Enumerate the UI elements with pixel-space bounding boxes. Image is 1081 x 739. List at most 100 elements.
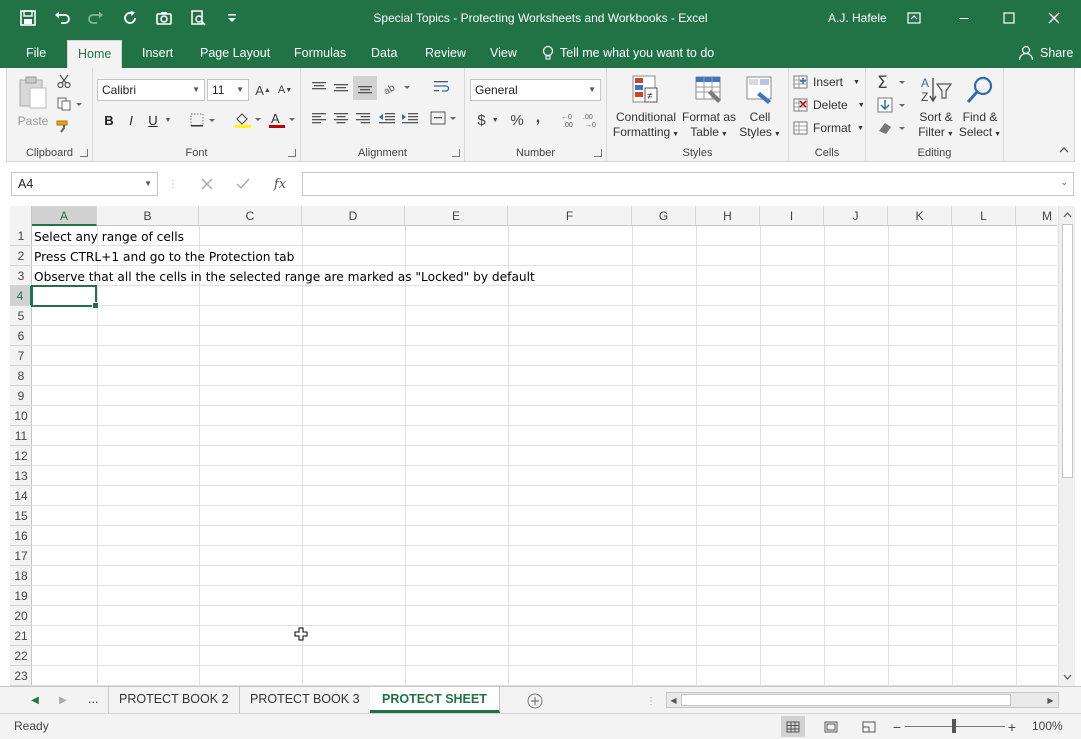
clipboard-launcher-icon[interactable] xyxy=(80,149,88,157)
font-size-dropdown[interactable]: 11 ▼ xyxy=(207,79,249,101)
wrap-text-icon[interactable] xyxy=(431,78,453,96)
tab-review[interactable]: Review xyxy=(415,38,476,68)
font-launcher-icon[interactable] xyxy=(288,149,296,157)
row-header[interactable]: 1 xyxy=(10,226,32,246)
format-cells-button[interactable]: Format ▼ xyxy=(793,118,864,138)
scroll-right-icon[interactable]: ▶ xyxy=(1045,694,1056,706)
percent-button[interactable]: % xyxy=(507,110,527,130)
sheet-next-icon[interactable]: ▶ xyxy=(56,693,70,707)
row-header[interactable]: 7 xyxy=(10,346,32,366)
selected-cell-a4[interactable] xyxy=(31,285,99,309)
scroll-up-icon[interactable] xyxy=(1062,209,1073,220)
share-button[interactable]: Share xyxy=(1018,38,1073,68)
minimize-icon[interactable] xyxy=(944,4,984,32)
column-header-l[interactable]: L xyxy=(952,206,1016,226)
column-header-b[interactable]: B xyxy=(97,206,199,226)
vertical-scroll-thumb[interactable] xyxy=(1062,224,1073,478)
insert-function-button[interactable]: fx xyxy=(270,174,290,194)
paste-button[interactable]: Paste xyxy=(13,74,53,129)
format-as-table-button[interactable]: Format as Table ▼ xyxy=(681,74,737,142)
column-header-k[interactable]: K xyxy=(888,206,952,226)
cell-a3[interactable]: Observe that all the cells in the select… xyxy=(34,267,535,287)
middle-align-icon[interactable] xyxy=(331,78,351,96)
cell-a1[interactable]: Select any range of cells xyxy=(34,227,184,247)
align-left-icon[interactable] xyxy=(309,109,329,127)
column-header-f[interactable]: F xyxy=(508,206,632,226)
cells-area[interactable] xyxy=(32,226,1057,686)
column-header-i[interactable]: I xyxy=(760,206,824,226)
collapse-ribbon-icon[interactable] xyxy=(1057,144,1071,156)
column-header-e[interactable]: E xyxy=(405,206,508,226)
expand-formula-bar-icon[interactable]: ⌄ xyxy=(1060,177,1068,188)
worksheet-grid[interactable]: A B C D E F G H I J K L M 1 2 3 4 5 6 7 … xyxy=(10,206,1057,686)
row-header[interactable]: 15 xyxy=(10,506,32,526)
row-header[interactable]: 16 xyxy=(10,526,32,546)
bold-button[interactable]: B xyxy=(101,111,117,129)
font-color-icon[interactable]: A xyxy=(267,110,297,130)
row-header[interactable]: 21 xyxy=(10,626,32,646)
column-header-a[interactable]: A xyxy=(32,206,97,226)
horizontal-scrollbar[interactable]: ◀ ▶ xyxy=(666,692,1059,708)
sheet-prev-icon[interactable]: ◀ xyxy=(28,693,42,707)
column-header-d[interactable]: D xyxy=(302,206,405,226)
column-header-m[interactable]: M xyxy=(1016,206,1057,226)
maximize-icon[interactable] xyxy=(989,4,1029,32)
zoom-in-icon[interactable]: + xyxy=(1006,719,1018,735)
row-header[interactable]: 3 xyxy=(10,266,32,286)
select-all-corner[interactable] xyxy=(10,206,32,226)
cut-icon[interactable] xyxy=(55,72,73,90)
comma-button[interactable]: , xyxy=(531,108,545,128)
number-launcher-icon[interactable] xyxy=(594,149,602,157)
zoom-out-icon[interactable]: − xyxy=(891,719,903,735)
sheet-tab-protect-book-2[interactable]: PROTECT BOOK 2 xyxy=(108,687,240,713)
vertical-scrollbar[interactable] xyxy=(1058,206,1075,686)
column-header-g[interactable]: G xyxy=(632,206,696,226)
tab-file[interactable]: File xyxy=(16,38,56,68)
tab-data[interactable]: Data xyxy=(361,38,407,68)
fill-color-icon[interactable] xyxy=(233,110,263,130)
align-right-icon[interactable] xyxy=(353,109,373,127)
scroll-left-icon[interactable]: ◀ xyxy=(668,694,679,706)
currency-button[interactable]: $ ▼ xyxy=(473,110,503,130)
insert-cells-button[interactable]: Insert ▼ xyxy=(793,72,860,92)
row-header[interactable]: 10 xyxy=(10,406,32,426)
row-header[interactable]: 13 xyxy=(10,466,32,486)
orientation-icon[interactable]: ab xyxy=(381,78,413,96)
row-header[interactable]: 22 xyxy=(10,646,32,666)
merge-center-icon[interactable] xyxy=(429,109,459,127)
increase-indent-icon[interactable] xyxy=(400,109,420,127)
name-box[interactable]: A4 ▼ xyxy=(11,172,158,196)
zoom-slider-thumb[interactable] xyxy=(952,719,956,733)
row-header[interactable]: 19 xyxy=(10,586,32,606)
tab-home[interactable]: Home xyxy=(67,40,123,68)
row-header[interactable]: 6 xyxy=(10,326,32,346)
delete-cells-button[interactable]: Delete ▼ xyxy=(793,95,865,115)
increase-font-icon[interactable]: A ▲ xyxy=(253,80,273,100)
row-header[interactable]: 4 xyxy=(10,286,32,306)
cell-a2[interactable]: Press CTRL+1 and go to the Protection ta… xyxy=(34,247,294,267)
cell-styles-button[interactable]: Cell Styles ▼ xyxy=(737,74,783,142)
underline-button[interactable]: U xyxy=(145,111,161,129)
tell-me-box[interactable]: Tell me what you want to do xyxy=(542,38,714,68)
find-select-button[interactable]: Find & Select ▼ xyxy=(958,74,1002,142)
tab-page-layout[interactable]: Page Layout xyxy=(190,38,280,68)
clear-icon[interactable] xyxy=(874,118,908,138)
row-header[interactable]: 23 xyxy=(10,666,32,686)
row-header[interactable]: 2 xyxy=(10,246,32,266)
page-layout-view-icon[interactable] xyxy=(819,716,843,737)
underline-dropdown-icon[interactable]: ▼ xyxy=(163,111,173,129)
fill-icon[interactable] xyxy=(874,95,908,115)
number-format-dropdown[interactable]: General ▼ xyxy=(470,79,601,101)
decrease-font-icon[interactable]: A ▼ xyxy=(275,80,295,100)
increase-decimal-icon[interactable]: ←0.00 xyxy=(561,110,579,130)
conditional-formatting-button[interactable]: ≠ Conditional Formatting ▼ xyxy=(611,74,681,142)
row-header[interactable]: 17 xyxy=(10,546,32,566)
cancel-icon[interactable] xyxy=(197,174,217,194)
tab-view[interactable]: View xyxy=(480,38,527,68)
sheet-tab-protect-book-3[interactable]: PROTECT BOOK 3 xyxy=(240,687,371,713)
format-painter-icon[interactable] xyxy=(55,118,73,136)
row-header[interactable]: 18 xyxy=(10,566,32,586)
alignment-launcher-icon[interactable] xyxy=(452,149,460,157)
sheet-tab-more[interactable]: ... xyxy=(78,687,108,713)
borders-icon[interactable] xyxy=(189,111,219,129)
